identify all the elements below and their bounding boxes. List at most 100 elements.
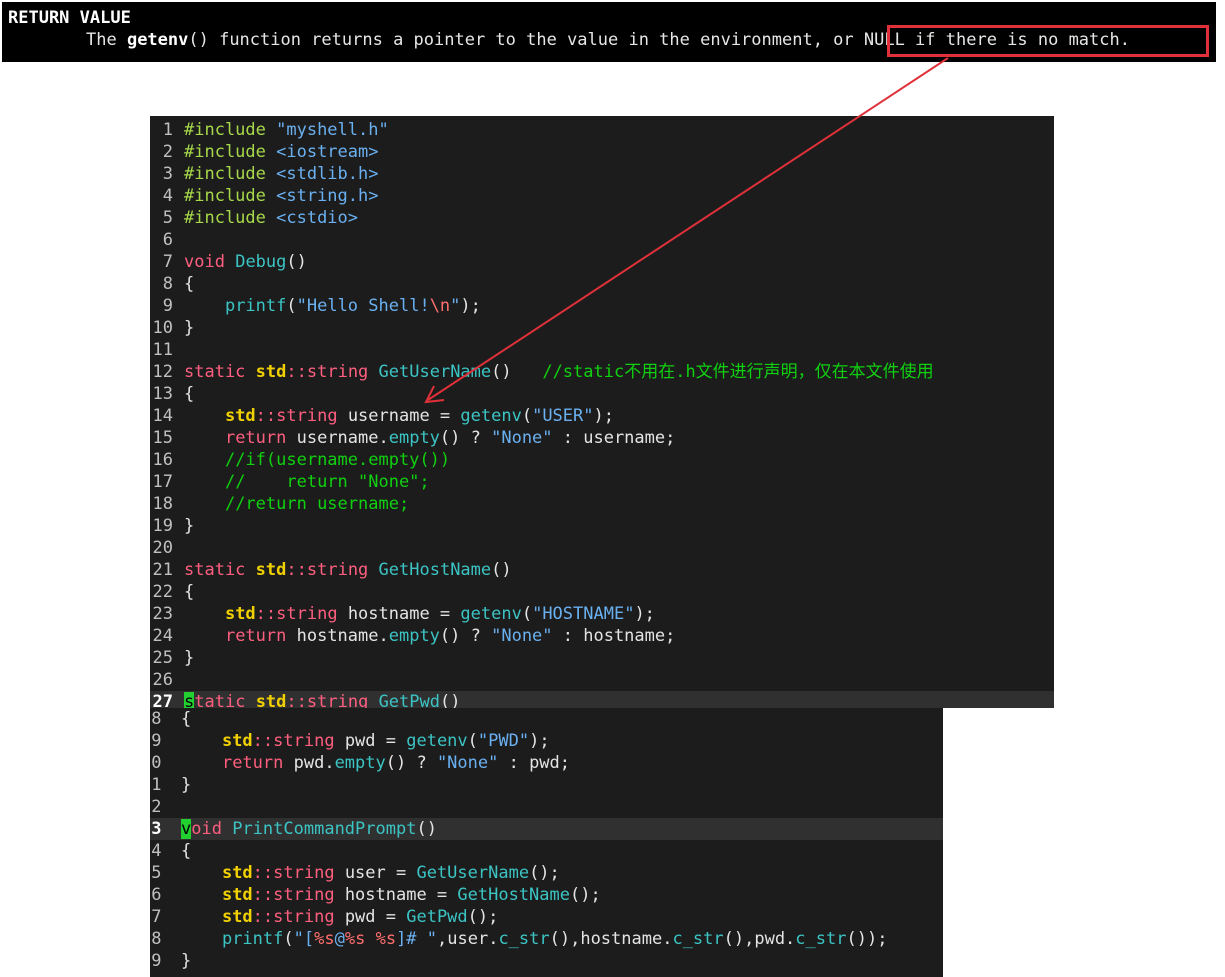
code-line[interactable]: 14 std::string username = getenv("USER")… xyxy=(150,405,1054,427)
code-line[interactable]: 31} xyxy=(150,774,943,796)
code-line[interactable]: 36 std::string hostname = GetHostName(); xyxy=(150,884,943,906)
line-code: std::string user = GetUserName(); xyxy=(181,863,560,883)
code-line[interactable]: 37 std::string pwd = GetPwd(); xyxy=(150,906,943,928)
code-token: pwd = xyxy=(334,907,407,927)
line-number: 33 xyxy=(150,819,162,839)
code-line[interactable]: 26 xyxy=(150,669,1054,691)
line-number: 38 xyxy=(150,929,162,949)
code-token: %s xyxy=(314,929,335,949)
code-token: " xyxy=(450,296,461,316)
code-token: //return username; xyxy=(224,494,410,514)
code-lines: 1 #include "myshell.h" 2 #include <iostream… xyxy=(150,119,1054,708)
line-code: // return "None"; xyxy=(184,472,430,492)
code-token: std xyxy=(255,692,287,708)
code-token: empty xyxy=(388,626,440,646)
code-token: { xyxy=(184,274,195,294)
text-pre: The xyxy=(86,30,127,50)
code-line[interactable]: 6 xyxy=(150,229,1054,251)
code-line[interactable]: 15 return username.empty() ? "None" : us… xyxy=(150,427,1054,449)
code-token: (),hostname. xyxy=(549,929,673,949)
code-line[interactable]: 30 return pwd.empty() ? "None" : pwd; xyxy=(150,752,943,774)
line-code: #include <string.h> xyxy=(184,186,378,206)
code-token: PrintCommandPrompt xyxy=(232,819,417,839)
code-line[interactable]: 19} xyxy=(150,515,1054,537)
code-line[interactable]: 39} xyxy=(150,950,943,972)
line-number: 23 xyxy=(152,604,173,624)
code-line[interactable]: 24 return hostname.empty() ? "None" : ho… xyxy=(150,625,1054,647)
code-token: :: xyxy=(252,731,274,751)
text-cursor: s xyxy=(184,692,195,708)
code-line[interactable]: 32 xyxy=(150,796,943,818)
code-token: std xyxy=(255,560,287,580)
code-line[interactable]: 28 { xyxy=(150,708,943,730)
code-token: :: xyxy=(255,604,277,624)
code-line[interactable]: 29 std::string pwd = getenv("PWD"); xyxy=(150,730,943,752)
code-line[interactable]: 7 void Debug() xyxy=(150,251,1054,273)
code-token: ); xyxy=(593,406,614,426)
code-line[interactable]: 17 // return "None"; xyxy=(150,471,1054,493)
code-token: static xyxy=(184,362,246,382)
code-token: () xyxy=(286,252,307,272)
code-token: ); xyxy=(634,604,655,624)
line-code: #include <iostream> xyxy=(184,142,378,162)
code-line[interactable]: 2 #include <iostream> xyxy=(150,141,1054,163)
code-line[interactable]: 3 #include <stdlib.h> xyxy=(150,163,1054,185)
code-line[interactable]: 9 printf("Hello Shell!\n"); xyxy=(150,295,1054,317)
line-number: 29 xyxy=(150,731,162,751)
code-line[interactable]: 20 xyxy=(150,537,1054,559)
code-token: ); xyxy=(529,731,550,751)
code-token: } xyxy=(184,516,195,536)
function-name: getenv xyxy=(126,30,189,50)
code-line[interactable]: 38 printf("[%s@%s %s]# ",user.c_str(),ho… xyxy=(150,928,943,950)
line-code: #include "myshell.h" xyxy=(184,120,389,140)
code-token: //static不用在.h文件进行声明，仅在本文件使用 xyxy=(542,362,934,382)
code-line[interactable]: 10} xyxy=(150,317,1054,339)
code-line[interactable]: 34 { xyxy=(150,840,943,862)
code-token: #include xyxy=(184,164,277,184)
code-line[interactable]: 22 { xyxy=(150,581,1054,603)
code-token: Debug xyxy=(235,252,287,272)
line-code: std::string username = getenv("USER"); xyxy=(184,406,614,426)
text-cursor: v xyxy=(181,819,192,839)
code-line[interactable]: 16 //if(username.empty()) xyxy=(150,449,1054,471)
line-number: 13 xyxy=(152,384,173,404)
code-token: (); xyxy=(467,907,499,927)
code-line[interactable]: 25} xyxy=(150,647,1054,669)
code-token: c_str xyxy=(672,929,724,949)
code-line[interactable]: 8{ xyxy=(150,273,1054,295)
code-line[interactable]: 1 #include "myshell.h" xyxy=(150,119,1054,141)
code-token: printf xyxy=(224,296,287,316)
code-token: std xyxy=(224,406,256,426)
code-line[interactable]: 13 { xyxy=(150,383,1054,405)
code-token: oid xyxy=(191,819,222,839)
code-line[interactable]: 11 xyxy=(150,339,1054,361)
code-token: { xyxy=(184,384,195,404)
code-line[interactable]: 35 std::string user = GetUserName(); xyxy=(150,862,943,884)
code-line[interactable]: 18 //return username; xyxy=(150,493,1054,515)
line-code: std::string pwd = getenv("PWD"); xyxy=(181,731,550,751)
code-line[interactable]: 5 #include <cstdio> xyxy=(150,207,1054,229)
line-number: 24 xyxy=(152,626,173,646)
code-token: : hostname; xyxy=(552,626,676,646)
code-line[interactable]: 27 static std::string GetPwd() xyxy=(150,691,1054,708)
code-editor-bottom[interactable]: 28{29 std::string pwd = getenv("PWD");30… xyxy=(150,708,943,977)
code-editor-top[interactable]: 1 #include "myshell.h" 2 #include <iostream… xyxy=(150,116,1054,708)
code-line[interactable]: 4 #include <string.h> xyxy=(150,185,1054,207)
line-code: { xyxy=(184,582,194,602)
code-token: :: xyxy=(252,907,274,927)
code-token: std xyxy=(224,604,256,624)
line-number: 12 xyxy=(152,362,173,382)
code-line[interactable]: 23 std::string hostname = getenv("HOSTNA… xyxy=(150,603,1054,625)
code-token: string xyxy=(306,692,369,708)
code-line[interactable]: 12 static std::string GetUserName() //sta… xyxy=(150,361,1054,383)
code-token: :: xyxy=(252,863,274,883)
line-number: 2 xyxy=(162,142,173,162)
code-line[interactable]: 33 void PrintCommandPrompt() xyxy=(150,818,943,840)
code-line[interactable]: 21 static std::string GetHostName() xyxy=(150,559,1054,581)
